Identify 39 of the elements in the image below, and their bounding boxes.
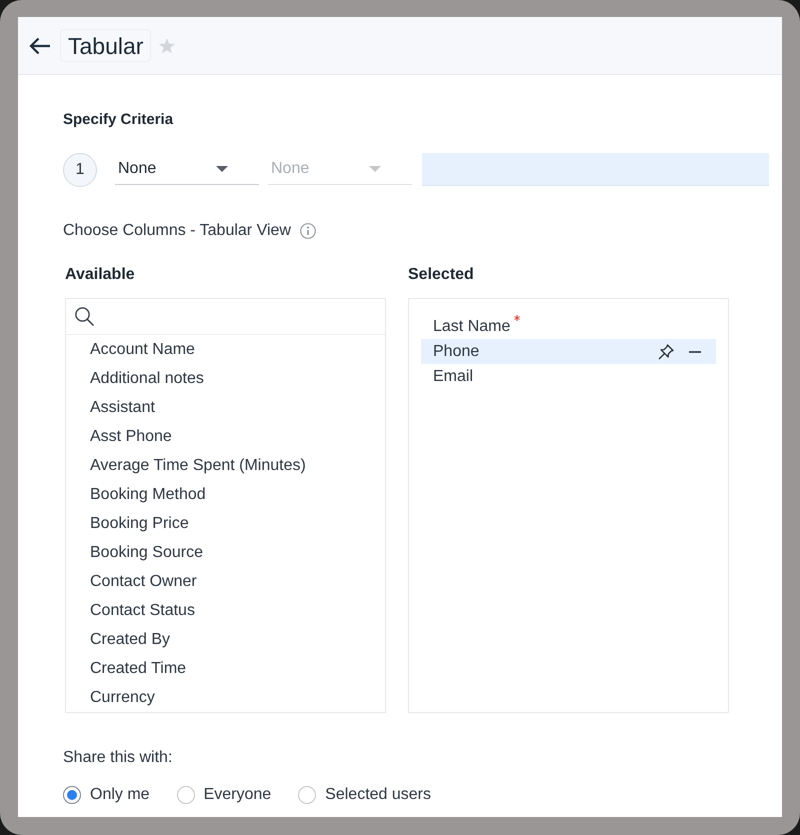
column-heading: Available (65, 265, 135, 285)
share-label: Share this with: (63, 748, 172, 768)
list-item[interactable]: Additional notes (66, 364, 385, 393)
share-option[interactable]: Only me (63, 785, 150, 805)
caret-icon (369, 166, 381, 172)
radio-button[interactable] (298, 786, 316, 804)
value-field[interactable] (422, 153, 769, 186)
list-item[interactable]: Booking Source (66, 538, 385, 567)
list-item[interactable]: Booking Method (66, 480, 385, 509)
star-icon[interactable] (159, 38, 176, 54)
list-item[interactable]: Account Name (66, 335, 385, 364)
list-item[interactable]: Contact Status (66, 596, 385, 625)
share-option[interactable]: Everyone (176, 785, 272, 805)
list-item[interactable]: Created By (66, 625, 385, 654)
list-item[interactable]: Currency (66, 683, 385, 712)
pin-icon[interactable] (658, 344, 674, 360)
share-option[interactable]: Selected users (298, 785, 432, 805)
step-number: 1 (63, 153, 97, 187)
column-heading: Selected (408, 265, 474, 285)
report-title-field[interactable]: Tabular (60, 29, 152, 62)
radio-button[interactable] (176, 786, 195, 804)
list-item[interactable]: Email (421, 364, 716, 389)
list-item[interactable]: Booking Price (66, 509, 385, 538)
list-item[interactable]: Average Time Spent (Minutes) (66, 451, 385, 480)
list-item[interactable]: Contact Owner (66, 567, 385, 596)
list-item[interactable]: Created Time (66, 654, 385, 683)
info-icon[interactable] (300, 223, 316, 239)
list-item[interactable]: Asst Phone (66, 422, 385, 451)
section-heading: Specify Criteria (63, 110, 174, 130)
list-item[interactable]: Assistant (66, 393, 385, 422)
list-item[interactable]: Last Name (421, 314, 716, 339)
field-dropdown[interactable]: None (115, 153, 259, 185)
search-icon (75, 307, 94, 326)
back-arrow-icon (29, 36, 51, 54)
list-item[interactable]: Phone (421, 339, 716, 364)
back-button[interactable] (29, 36, 51, 54)
section-heading: Choose Columns - Tabular View (63, 221, 291, 241)
caret-icon (216, 166, 228, 172)
radio-button[interactable] (63, 786, 81, 804)
